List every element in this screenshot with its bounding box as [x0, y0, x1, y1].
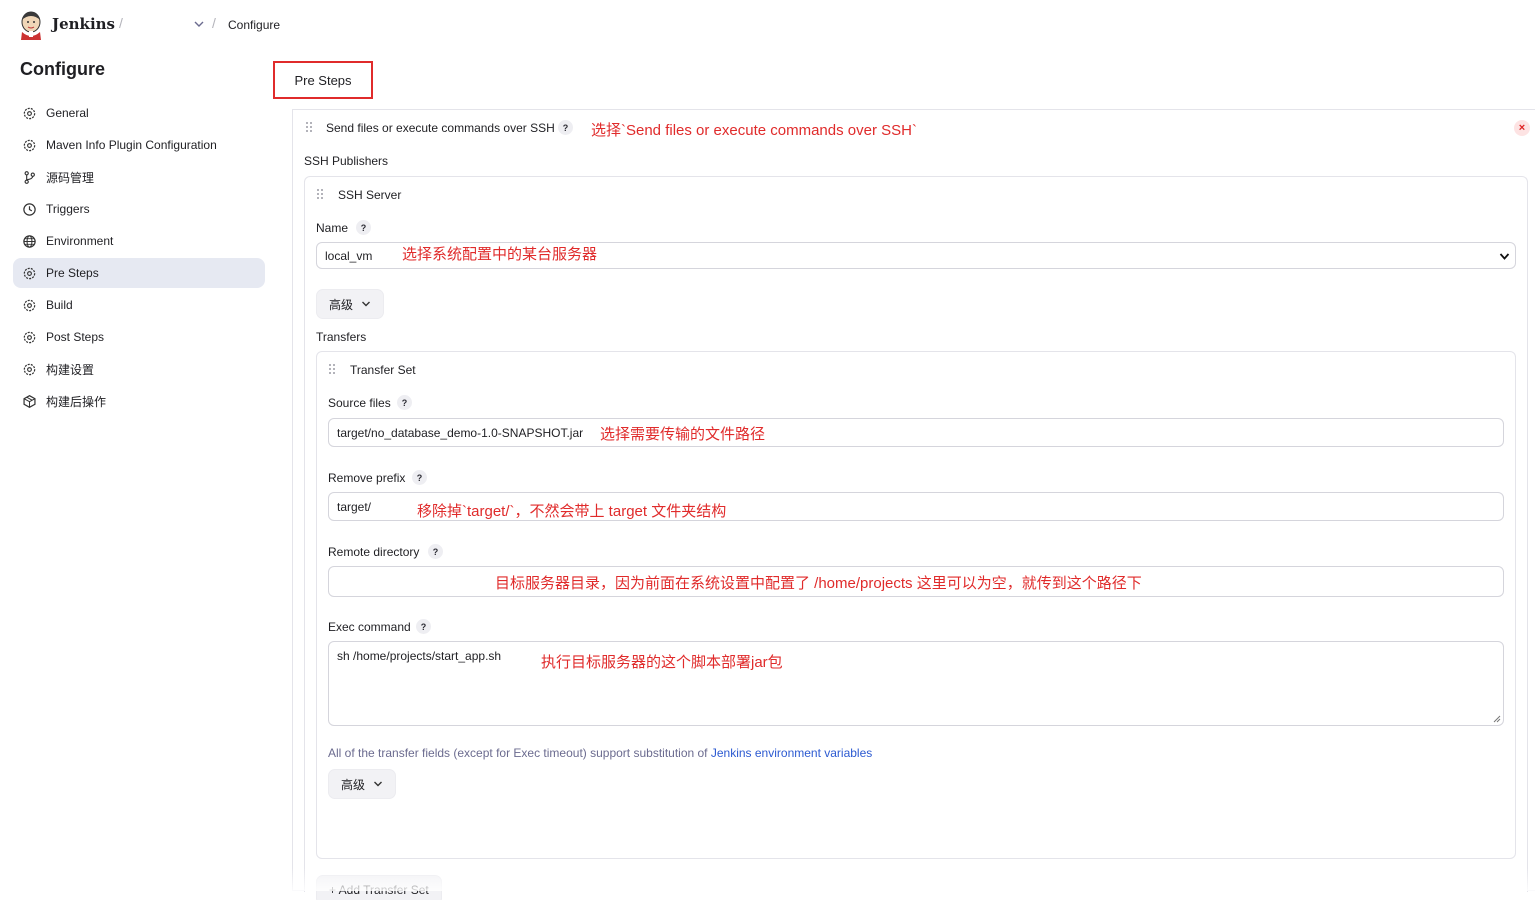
remove-prefix-value: target/	[337, 499, 372, 514]
exec-command-textarea[interactable]: sh /home/projects/start_app.sh	[328, 641, 1504, 726]
advanced-button[interactable]: 高级	[316, 289, 385, 319]
drag-handle-icon[interactable]	[329, 364, 337, 376]
ssh-server-card: SSH Server Name ? local_vm 选择系统配置中的某台服务器…	[304, 176, 1528, 900]
package-icon	[23, 394, 36, 408]
gear-icon	[23, 299, 36, 311]
annotation-note: 移除掉`target/`，不然会带上 target 文件夹结构	[417, 503, 727, 520]
globe-icon	[23, 234, 36, 248]
transfer-set-card: Transfer Set Source files ? target/no_da…	[316, 351, 1516, 859]
server-name-value: local_vm	[325, 248, 373, 263]
sidebar-item-label: Maven Info Plugin Configuration	[46, 138, 217, 152]
advanced-label: 高级	[329, 297, 354, 312]
annotation-note: 执行目标服务器的这个脚本部署jar包	[541, 654, 783, 671]
gear-icon	[23, 107, 36, 119]
help-button[interactable]: ?	[397, 395, 412, 410]
help-button[interactable]: ?	[558, 120, 573, 135]
sidebar-item-environment[interactable]: Environment	[13, 226, 265, 256]
remove-prefix-label: Remove prefix	[328, 471, 406, 485]
gear-icon	[23, 267, 36, 279]
substitution-help-text: All of the transfer fields (except for E…	[328, 746, 872, 760]
sidebar-item-label: 构建设置	[46, 362, 95, 377]
chevron-down-icon[interactable]	[193, 19, 205, 29]
annotation-note: 目标服务器目录，因为前面在系统设置中配置了 /home/projects 这里可…	[495, 575, 1142, 592]
help-text-body: All of the transfer fields (except for E…	[328, 746, 711, 760]
sidebar-item-build-settings[interactable]: 构建设置	[13, 354, 265, 384]
section-title-label: Pre Steps	[294, 72, 352, 88]
transfer-set-title: Transfer Set	[350, 363, 416, 377]
sidebar-item-label: Post Steps	[46, 330, 105, 344]
sidebar-item-post-steps[interactable]: Post Steps	[13, 322, 265, 352]
section-title-pre-steps: Pre Steps	[273, 61, 373, 99]
advanced-button[interactable]: 高级	[328, 769, 397, 799]
advanced-label: 高级	[341, 777, 366, 792]
drag-handle-icon[interactable]	[317, 189, 325, 201]
chevron-down-icon	[374, 781, 383, 787]
sidebar-item-triggers[interactable]: Triggers	[13, 194, 265, 224]
gear-icon	[23, 331, 36, 343]
annotation-note: 选择需要传输的文件路径	[600, 426, 766, 443]
name-label: Name	[316, 221, 349, 235]
sidebar-item-source-code[interactable]: 源码管理	[13, 162, 265, 192]
chevron-down-icon	[362, 301, 371, 307]
page-title: Configure	[20, 59, 105, 79]
source-files-label: Source files	[328, 396, 391, 410]
sidebar-item-label: 构建后操作	[46, 394, 107, 409]
help-button[interactable]: ?	[428, 544, 443, 559]
close-step-button[interactable]: ×	[1514, 120, 1530, 136]
add-transfer-set-button[interactable]: + Add Transfer Set	[316, 875, 442, 900]
sidebar-nav: General Maven Info Plugin Configuration …	[13, 98, 265, 418]
sidebar-item-label: Pre Steps	[46, 266, 99, 280]
exec-command-label: Exec command	[328, 620, 411, 634]
ssh-server-title: SSH Server	[338, 188, 402, 202]
branch-icon	[24, 170, 35, 184]
sidebar-item-label: 源码管理	[46, 170, 95, 185]
sidebar-item-label: Triggers	[46, 202, 90, 216]
source-files-value: target/no_database_demo-1.0-SNAPSHOT.jar	[337, 425, 584, 440]
build-step-panel: Send files or execute commands over SSH …	[292, 109, 1535, 900]
top-bar: Jenkins / / Configure	[0, 0, 1535, 50]
breadcrumb-separator: /	[119, 15, 123, 31]
breadcrumb-configure[interactable]: Configure	[228, 18, 280, 32]
help-button[interactable]: ?	[416, 619, 431, 634]
sidebar-item-label: General	[46, 106, 89, 120]
env-variables-link[interactable]: Jenkins environment variables	[711, 746, 872, 760]
sidebar-item-pre-steps[interactable]: Pre Steps	[13, 258, 265, 288]
ssh-publishers-label: SSH Publishers	[304, 154, 389, 168]
remote-directory-label: Remote directory	[328, 545, 420, 559]
jenkins-logo-icon[interactable]	[18, 10, 44, 40]
sidebar-item-build[interactable]: Build	[13, 290, 265, 320]
annotation-note: 选择系统配置中的某台服务器	[402, 246, 598, 263]
transfers-label: Transfers	[316, 330, 367, 344]
chevron-down-icon	[1499, 253, 1510, 260]
help-button[interactable]: ?	[356, 220, 371, 235]
resize-grip-icon[interactable]	[1493, 715, 1501, 723]
breadcrumb-separator: /	[212, 15, 216, 31]
gear-icon	[23, 363, 36, 375]
drag-handle-icon[interactable]	[306, 122, 314, 134]
exec-command-value: sh /home/projects/start_app.sh	[337, 649, 502, 663]
step-title: Send files or execute commands over SSH	[326, 121, 555, 135]
sidebar-item-post-build-actions[interactable]: 构建后操作	[13, 386, 265, 416]
brand-name[interactable]: Jenkins	[52, 15, 115, 33]
sidebar-item-label: Build	[46, 298, 73, 312]
annotation-note: 选择`Send files or execute commands over S…	[591, 122, 917, 139]
help-button[interactable]: ?	[412, 470, 427, 485]
gear-icon	[23, 139, 36, 151]
sidebar-item-label: Environment	[46, 234, 114, 248]
add-transfer-set-label: + Add Transfer Set	[329, 883, 429, 897]
clock-icon	[23, 202, 36, 216]
source-files-input[interactable]: target/no_database_demo-1.0-SNAPSHOT.jar	[328, 418, 1504, 447]
sidebar-item-maven-info[interactable]: Maven Info Plugin Configuration	[13, 130, 265, 160]
sidebar-item-general[interactable]: General	[13, 98, 265, 128]
